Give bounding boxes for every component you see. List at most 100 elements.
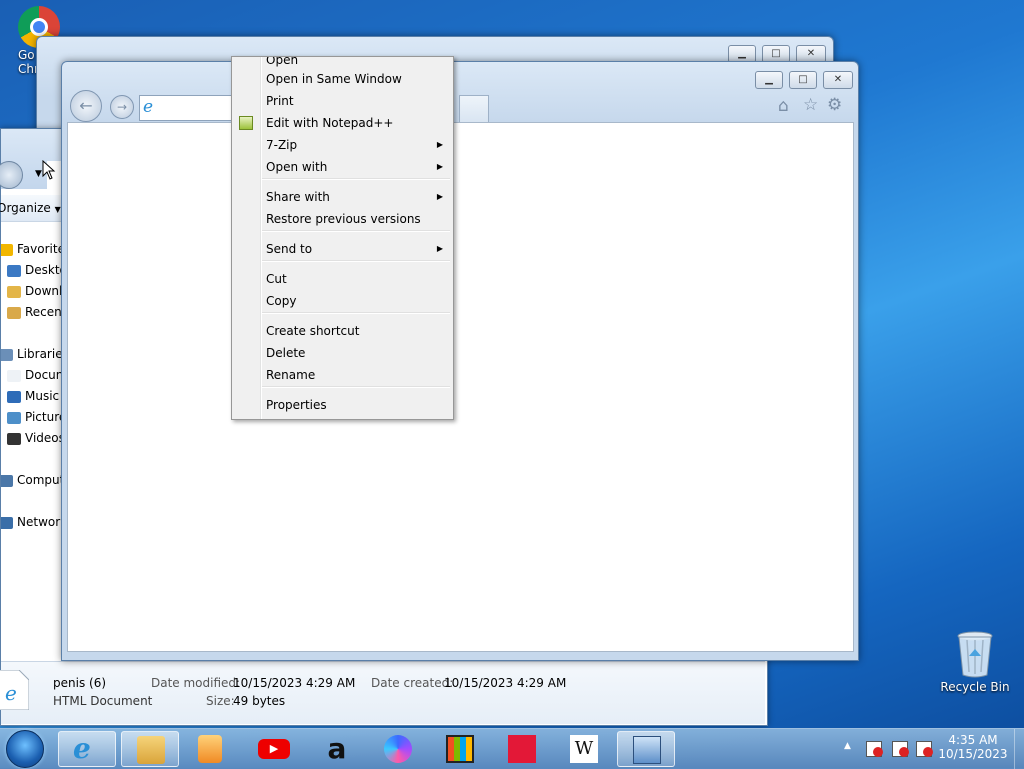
menu-item-open-with[interactable]: Open with ▶ (234, 156, 451, 178)
menu-item-rename[interactable]: Rename (234, 364, 451, 386)
notepad-plus-plus-icon (239, 116, 253, 130)
star-icon (1, 243, 13, 256)
date-modified-label: Date modified: (151, 676, 241, 690)
menu-item-delete[interactable]: Delete (234, 342, 451, 364)
ie-content-area[interactable] (67, 122, 854, 652)
sidebar-item-label: Music (25, 389, 60, 403)
menu-item-label: Properties (266, 398, 327, 412)
sidebar-item-label: Libraries (17, 347, 63, 361)
menu-item-copy[interactable]: Copy (234, 290, 451, 312)
taskbar: e ▶ a W ▲ 4:35 AM 10/15/2023 (0, 728, 1024, 769)
sidebar-item-libraries[interactable]: Libraries (1, 344, 63, 364)
volume-muted-icon[interactable] (916, 741, 933, 757)
gear-icon[interactable]: ⚙ (827, 95, 842, 115)
ie-forward-button[interactable]: → (110, 95, 134, 119)
taskbar-youtube[interactable]: ▶ (245, 731, 303, 767)
clock-date: 10/15/2023 (938, 747, 1008, 761)
menu-item-restore-previous-versions[interactable]: Restore previous versions (234, 208, 451, 230)
sidebar-item-label: Deskto (25, 263, 63, 277)
menu-item-properties[interactable]: Properties (234, 394, 451, 416)
internet-explorer-icon: e (73, 732, 91, 765)
taskbar-bank-of-america[interactable] (493, 731, 551, 767)
taskbar-internet-explorer[interactable]: e (58, 731, 116, 767)
html-file-icon: e (0, 670, 29, 710)
menu-separator (262, 230, 450, 232)
date-modified-value: 10/15/2023 4:29 AM (233, 676, 356, 690)
organize-button[interactable]: Organize ▼ (0, 201, 61, 215)
menu-separator (262, 260, 450, 262)
menu-item-label: Create shortcut (266, 324, 360, 338)
taskbar-file-explorer[interactable] (121, 731, 179, 767)
recycle-bin-icon (957, 631, 993, 678)
network-tray-icon[interactable] (892, 741, 909, 757)
start-button[interactable] (6, 730, 46, 768)
back-arrow-icon: ← (79, 96, 93, 115)
ie-address-bar[interactable]: e (139, 95, 235, 121)
ie-maximize-button[interactable]: □ (789, 71, 817, 89)
taskbar-wikipedia[interactable]: W (555, 731, 613, 767)
menu-item-label: Edit with Notepad++ (266, 116, 394, 130)
desktop-icon-recycle-bin[interactable]: Recycle Bin (940, 630, 1010, 694)
music-icon (7, 390, 21, 403)
sidebar-item-videos[interactable]: Videos (7, 428, 63, 448)
submenu-arrow-icon: ▶ (436, 140, 443, 149)
taskbar-remote-desktop[interactable] (617, 731, 675, 767)
sidebar-item-deskto[interactable]: Deskto (7, 260, 63, 280)
menu-item-cut[interactable]: Cut (234, 268, 451, 290)
size-value: 49 bytes (233, 694, 286, 708)
sidebar-item-docun[interactable]: Docun (7, 365, 63, 385)
ie-new-tab[interactable] (459, 95, 489, 123)
taskbar-microsoft-store[interactable] (431, 731, 489, 767)
taskbar-amazon[interactable]: a (308, 731, 366, 767)
sidebar-item-music[interactable]: Music (7, 386, 59, 406)
action-center-icon[interactable] (866, 741, 883, 757)
menu-item-7-zip[interactable]: 7-Zip ▶ (234, 134, 451, 156)
navigation-pane: Favorites Deskto Downl Recent Libraries Docun… (1, 231, 63, 661)
menu-item-label: Restore previous versions (266, 212, 421, 226)
ie-close-button[interactable]: ✕ (823, 71, 853, 89)
sidebar-item-label: Comput (17, 473, 63, 487)
sidebar-item-favorites[interactable]: Favorites (1, 239, 63, 259)
recycle-bin-label: Recycle Bin (940, 680, 1010, 694)
sidebar-item-network[interactable]: Network (1, 512, 63, 532)
clock[interactable]: 4:35 AM 10/15/2023 (938, 733, 1008, 761)
mouse-cursor-icon (42, 160, 56, 180)
sidebar-item-downl[interactable]: Downl (7, 281, 62, 301)
sidebar-item-picture[interactable]: Picture (7, 407, 63, 427)
menu-item-label: Print (266, 94, 294, 108)
menu-item-edit-with-notepad[interactable]: Edit with Notepad++ (234, 112, 451, 134)
menu-item-share-with[interactable]: Share with ▶ (234, 186, 451, 208)
taskbar-copilot[interactable] (369, 731, 427, 767)
size-label: Size: (206, 694, 235, 708)
recent-pages-dropdown-icon[interactable]: ▼ (35, 169, 42, 179)
date-created-value: 10/15/2023 4:29 AM (444, 676, 567, 690)
menu-item-create-shortcut[interactable]: Create shortcut (234, 320, 451, 342)
show-hidden-icons-button[interactable]: ▲ (844, 741, 851, 751)
menu-item-open-in-same-window[interactable]: Open in Same Window (234, 68, 451, 90)
ie-minimize-button[interactable]: ▁ (755, 71, 783, 89)
submenu-arrow-icon: ▶ (436, 244, 443, 253)
file-explorer-icon (137, 736, 165, 764)
menu-item-send-to[interactable]: Send to ▶ (234, 238, 451, 260)
details-pane: e penis (6) HTML Document Date modified:… (0, 661, 765, 724)
menu-item-label: 7-Zip (266, 138, 298, 152)
menu-separator (262, 386, 450, 388)
downloads-icon (7, 285, 21, 298)
sidebar-item-comput[interactable]: Comput (1, 470, 63, 490)
sidebar-item-recent[interactable]: Recent (7, 302, 63, 322)
bank-of-america-icon (508, 735, 536, 763)
menu-item-label: Cut (266, 272, 287, 286)
amazon-icon: a (327, 732, 347, 765)
documents-icon (7, 369, 21, 382)
organize-label: Organize (0, 201, 51, 215)
taskbar-media-player[interactable] (182, 731, 240, 767)
sidebar-item-label: Downl (25, 284, 63, 298)
show-desktop-button[interactable] (1014, 729, 1024, 769)
internet-explorer-window[interactable]: ▁ □ ✕ ← → e ⌂ ☆ ⚙ (61, 61, 859, 661)
sidebar-item-label: Network (17, 515, 63, 529)
ie-page-icon: e (143, 97, 154, 117)
ie-back-button[interactable]: ← (70, 90, 102, 122)
home-icon[interactable]: ⌂ (778, 96, 789, 116)
menu-item-print[interactable]: Print (234, 90, 451, 112)
favorites-star-icon[interactable]: ☆ (803, 95, 818, 115)
